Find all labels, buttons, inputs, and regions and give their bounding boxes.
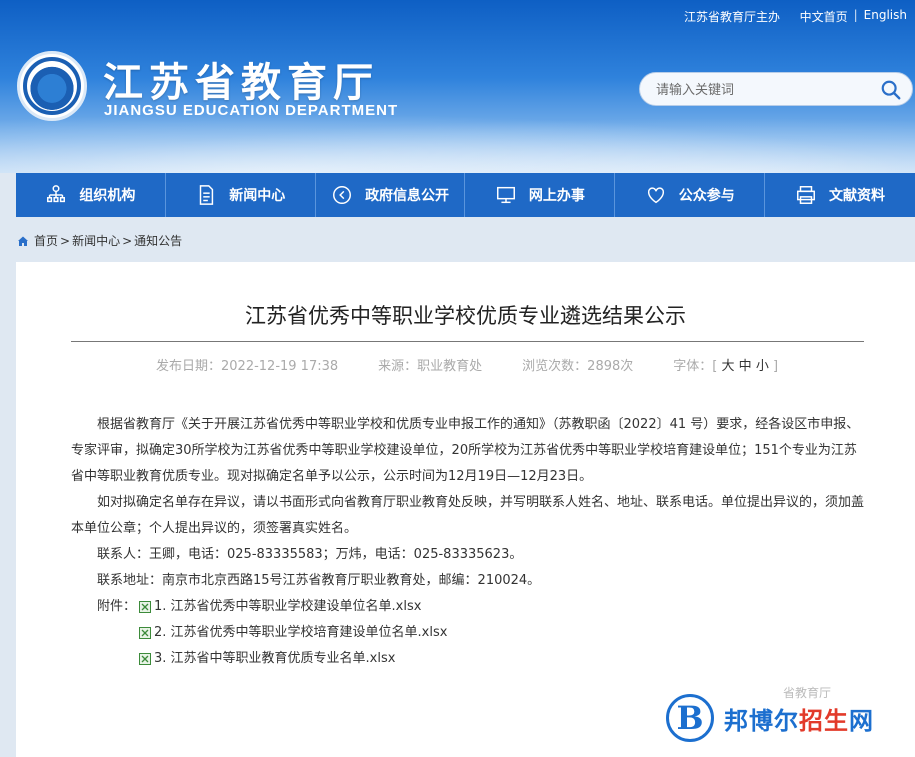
article-source: 来源：职业教育处: [378, 359, 483, 374]
nav-item-online-services[interactable]: 网上办事: [465, 173, 616, 217]
site-name: 江苏省教育厅: [103, 60, 379, 106]
attachments: 附件： 1. 江苏省优秀中等职业学校建设单位名单.xlsx 2. 江苏省优秀中等…: [71, 594, 864, 672]
paragraph: 根据省教育厅《关于开展江苏省优秀中等职业学校和优质专业申报工作的通知》（苏教职函…: [71, 417, 860, 484]
font-size-medium[interactable]: 中: [739, 359, 752, 374]
article-container: 江苏省优秀中等职业学校优质专业遴选结果公示 发布日期：2022-12-19 17…: [16, 262, 915, 757]
monitor-icon: [496, 186, 515, 204]
search-box: [639, 72, 913, 106]
heart-icon: [647, 187, 664, 204]
chinese-home-link[interactable]: 中文首页: [800, 8, 848, 25]
search-icon[interactable]: [880, 79, 902, 101]
breadcrumb-sep: >: [60, 233, 71, 248]
attachment-row: 附件： 1. 江苏省优秀中等职业学校建设单位名单.xlsx: [97, 594, 864, 620]
nav-item-news[interactable]: 新闻中心: [166, 173, 316, 217]
title-divider: [71, 341, 864, 342]
breadcrumb-home[interactable]: 首页: [34, 232, 58, 249]
nav-label: 文献资料: [829, 188, 886, 204]
top-links: 江苏省教育厅主办 中文首页 | English: [684, 8, 907, 25]
info-icon: [333, 186, 352, 204]
english-link[interactable]: English: [864, 8, 907, 25]
page-title: 江苏省优秀中等职业学校优质专业遴选结果公示: [245, 304, 686, 328]
attachment-row: 2. 江苏省优秀中等职业学校培育建设单位名单.xlsx: [97, 620, 864, 646]
nav-item-documents[interactable]: 文献资料: [765, 173, 915, 217]
breadcrumb: 首页 > 新闻中心 > 通知公告: [17, 232, 182, 249]
watermark-logo: B 邦博尔招生网: [666, 693, 906, 743]
paragraph: 如对拟确定名单存在异议，请以书面形式向省教育厅职业教育处反映，并写明联系人姓名、…: [71, 495, 865, 536]
nav-label: 政府信息公开: [365, 188, 450, 204]
nav-item-gov-info[interactable]: 政府信息公开: [316, 173, 466, 217]
watermark-text-b: 招生: [799, 706, 849, 735]
sponsor-link[interactable]: 江苏省教育厅主办: [684, 8, 780, 25]
logo-emblem-icon: [28, 62, 76, 110]
nav-label: 公众参与: [678, 188, 735, 204]
font-size-switcher: [ 大 中 小 ]: [712, 355, 778, 374]
site-logo[interactable]: [17, 51, 87, 121]
breadcrumb-notices[interactable]: 通知公告: [134, 232, 182, 249]
nav-item-organization[interactable]: 组织机构: [16, 173, 166, 217]
watermark-b-icon: B: [666, 694, 714, 742]
site-name-en: JIANGSU EDUCATION DEPARTMENT: [104, 102, 399, 119]
article-body: 根据省教育厅《关于开展江苏省优秀中等职业学校和优质专业申报工作的通知》（苏教职函…: [71, 412, 864, 672]
excel-file-icon: [139, 627, 151, 639]
breadcrumb-news[interactable]: 新闻中心: [72, 232, 120, 249]
nav-item-public-participation[interactable]: 公众参与: [615, 173, 766, 217]
separator: |: [853, 8, 858, 22]
attachment-link[interactable]: 3. 江苏省中等职业教育优质专业名单.xlsx: [154, 646, 395, 672]
watermark-text-c: 网: [849, 706, 874, 735]
printer-icon: [797, 186, 816, 204]
breadcrumb-sep: >: [122, 233, 133, 248]
address-line: 联系地址：南京市北京西路15号江苏省教育厅职业教育处，邮编：210024。: [97, 573, 541, 588]
attachment-row: 3. 江苏省中等职业教育优质专业名单.xlsx: [97, 646, 864, 672]
watermark-text: 邦博尔招生网: [724, 701, 874, 736]
nav-label: 新闻中心: [229, 188, 286, 204]
font-size-large[interactable]: 大: [722, 359, 735, 374]
home-icon: [18, 236, 28, 246]
excel-file-icon: [139, 601, 151, 613]
contact-line: 联系人：王卿，电话：025-83335583；万炜，电话：025-8333562…: [97, 547, 523, 562]
nav-label: 组织机构: [79, 188, 136, 204]
nav-label: 网上办事: [528, 188, 585, 204]
bracket: [: [712, 359, 718, 374]
article-meta: 发布日期：2022-12-19 17:38 来源：职业教育处 浏览次数：2898…: [156, 355, 778, 374]
watermark-text-a: 邦博尔: [724, 706, 799, 735]
main-nav: 组织机构 新闻中心 政府信息公开 网上办事 公众参与 文献资料: [16, 173, 915, 217]
attachment-label: 附件：: [97, 599, 137, 614]
attachment-link[interactable]: 2. 江苏省优秀中等职业学校培育建设单位名单.xlsx: [154, 620, 447, 646]
document-icon: [200, 185, 214, 205]
font-size-small[interactable]: 小: [756, 359, 769, 374]
view-count: 浏览次数：2898次: [522, 359, 634, 374]
separator: [786, 8, 794, 25]
excel-file-icon: [139, 653, 151, 665]
site-header: 江苏省教育厅主办 中文首页 | English 江苏省教育厅 JIANGSU E…: [0, 0, 915, 173]
bracket: ]: [772, 359, 779, 374]
org-chart-icon: [47, 185, 66, 203]
search-input[interactable]: [656, 81, 876, 99]
attachment-link[interactable]: 1. 江苏省优秀中等职业学校建设单位名单.xlsx: [154, 594, 421, 620]
publish-date: 发布日期：2022-12-19 17:38: [156, 359, 339, 374]
font-size-label: 字体：: [673, 359, 713, 374]
